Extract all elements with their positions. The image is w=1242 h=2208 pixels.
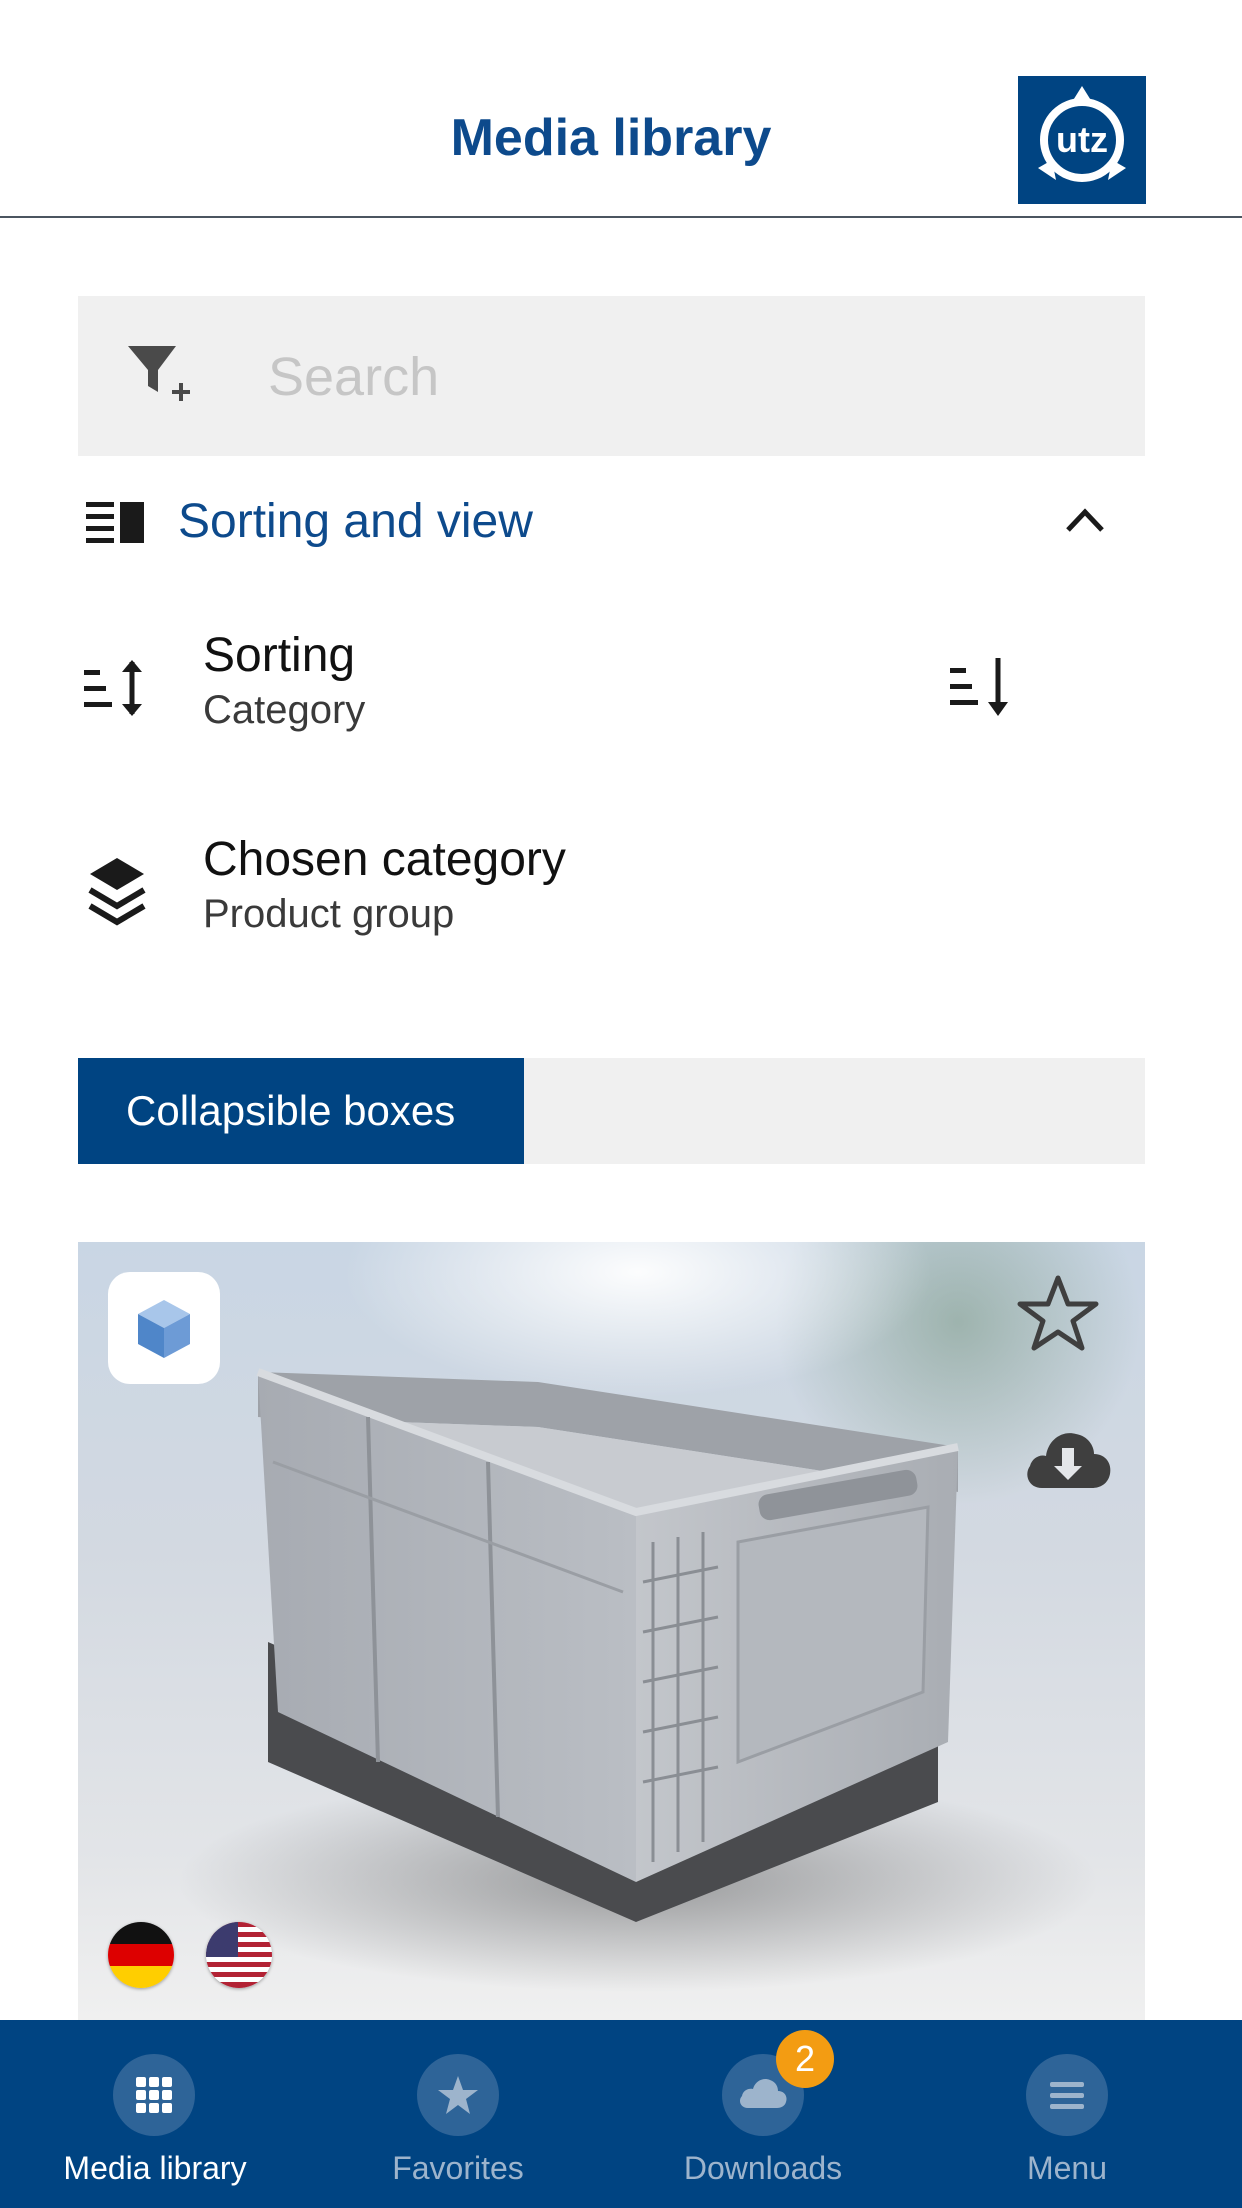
category-tab-bar: Collapsible boxes	[78, 1058, 1145, 1164]
tab-media-library[interactable]: Media library	[0, 2020, 310, 2208]
grid-icon	[113, 2054, 195, 2136]
menu-icon	[1026, 2054, 1108, 2136]
favorite-star-icon[interactable]	[1016, 1272, 1100, 1352]
cloud-download-icon[interactable]	[1022, 1422, 1114, 1494]
cube-icon	[138, 1300, 190, 1358]
sorting-view-label: Sorting and view	[178, 495, 533, 548]
tab-downloads[interactable]: 2 Downloads	[608, 2020, 918, 2208]
sorting-title: Sorting	[203, 629, 356, 682]
tab-label-menu: Menu	[1026, 2150, 1108, 2186]
chosen-category-title: Chosen category	[203, 833, 566, 886]
chevron-up-icon[interactable]	[1062, 502, 1108, 536]
german-flag-icon	[108, 1922, 174, 1988]
chosen-category-value: Product group	[203, 892, 455, 936]
filter-add-icon[interactable]	[124, 340, 196, 412]
sort-icon	[82, 656, 152, 726]
view-list-icon	[86, 500, 146, 546]
bottom-tab-bar: Media library Favorites 2 Downloads Menu	[0, 2020, 1242, 2208]
app-header: Media library utz	[0, 0, 1242, 218]
tab-favorites[interactable]: Favorites	[303, 2020, 613, 2208]
us-flag-icon	[206, 1922, 272, 1988]
sorting-view-toggle[interactable]: Sorting and view	[78, 480, 1145, 560]
search-bar	[78, 296, 1145, 458]
product-image	[178, 1368, 1098, 1992]
utz-logo: utz	[1018, 76, 1146, 204]
layers-icon	[82, 854, 152, 926]
search-input[interactable]	[266, 296, 1110, 458]
tab-label-downloads: Downloads	[683, 2150, 843, 2186]
tab-menu[interactable]: Menu	[912, 2020, 1222, 2208]
media-card[interactable]	[78, 1242, 1145, 2020]
star-icon	[417, 2054, 499, 2136]
3d-view-button[interactable]	[108, 1272, 220, 1384]
sort-descending-icon[interactable]	[948, 656, 1018, 720]
tab-label-media-library: Media library	[63, 2150, 247, 2186]
tab-label-favorites: Favorites	[392, 2150, 524, 2186]
category-tab-collapsible-boxes[interactable]: Collapsible boxes	[78, 1058, 524, 1164]
downloads-badge: 2	[776, 2030, 834, 2088]
chosen-category-row[interactable]: Chosen category Product group	[78, 832, 1145, 972]
sorting-value: Category	[203, 688, 366, 732]
logo-text: utz	[1056, 119, 1108, 160]
sorting-row[interactable]: Sorting Category	[78, 628, 1145, 768]
